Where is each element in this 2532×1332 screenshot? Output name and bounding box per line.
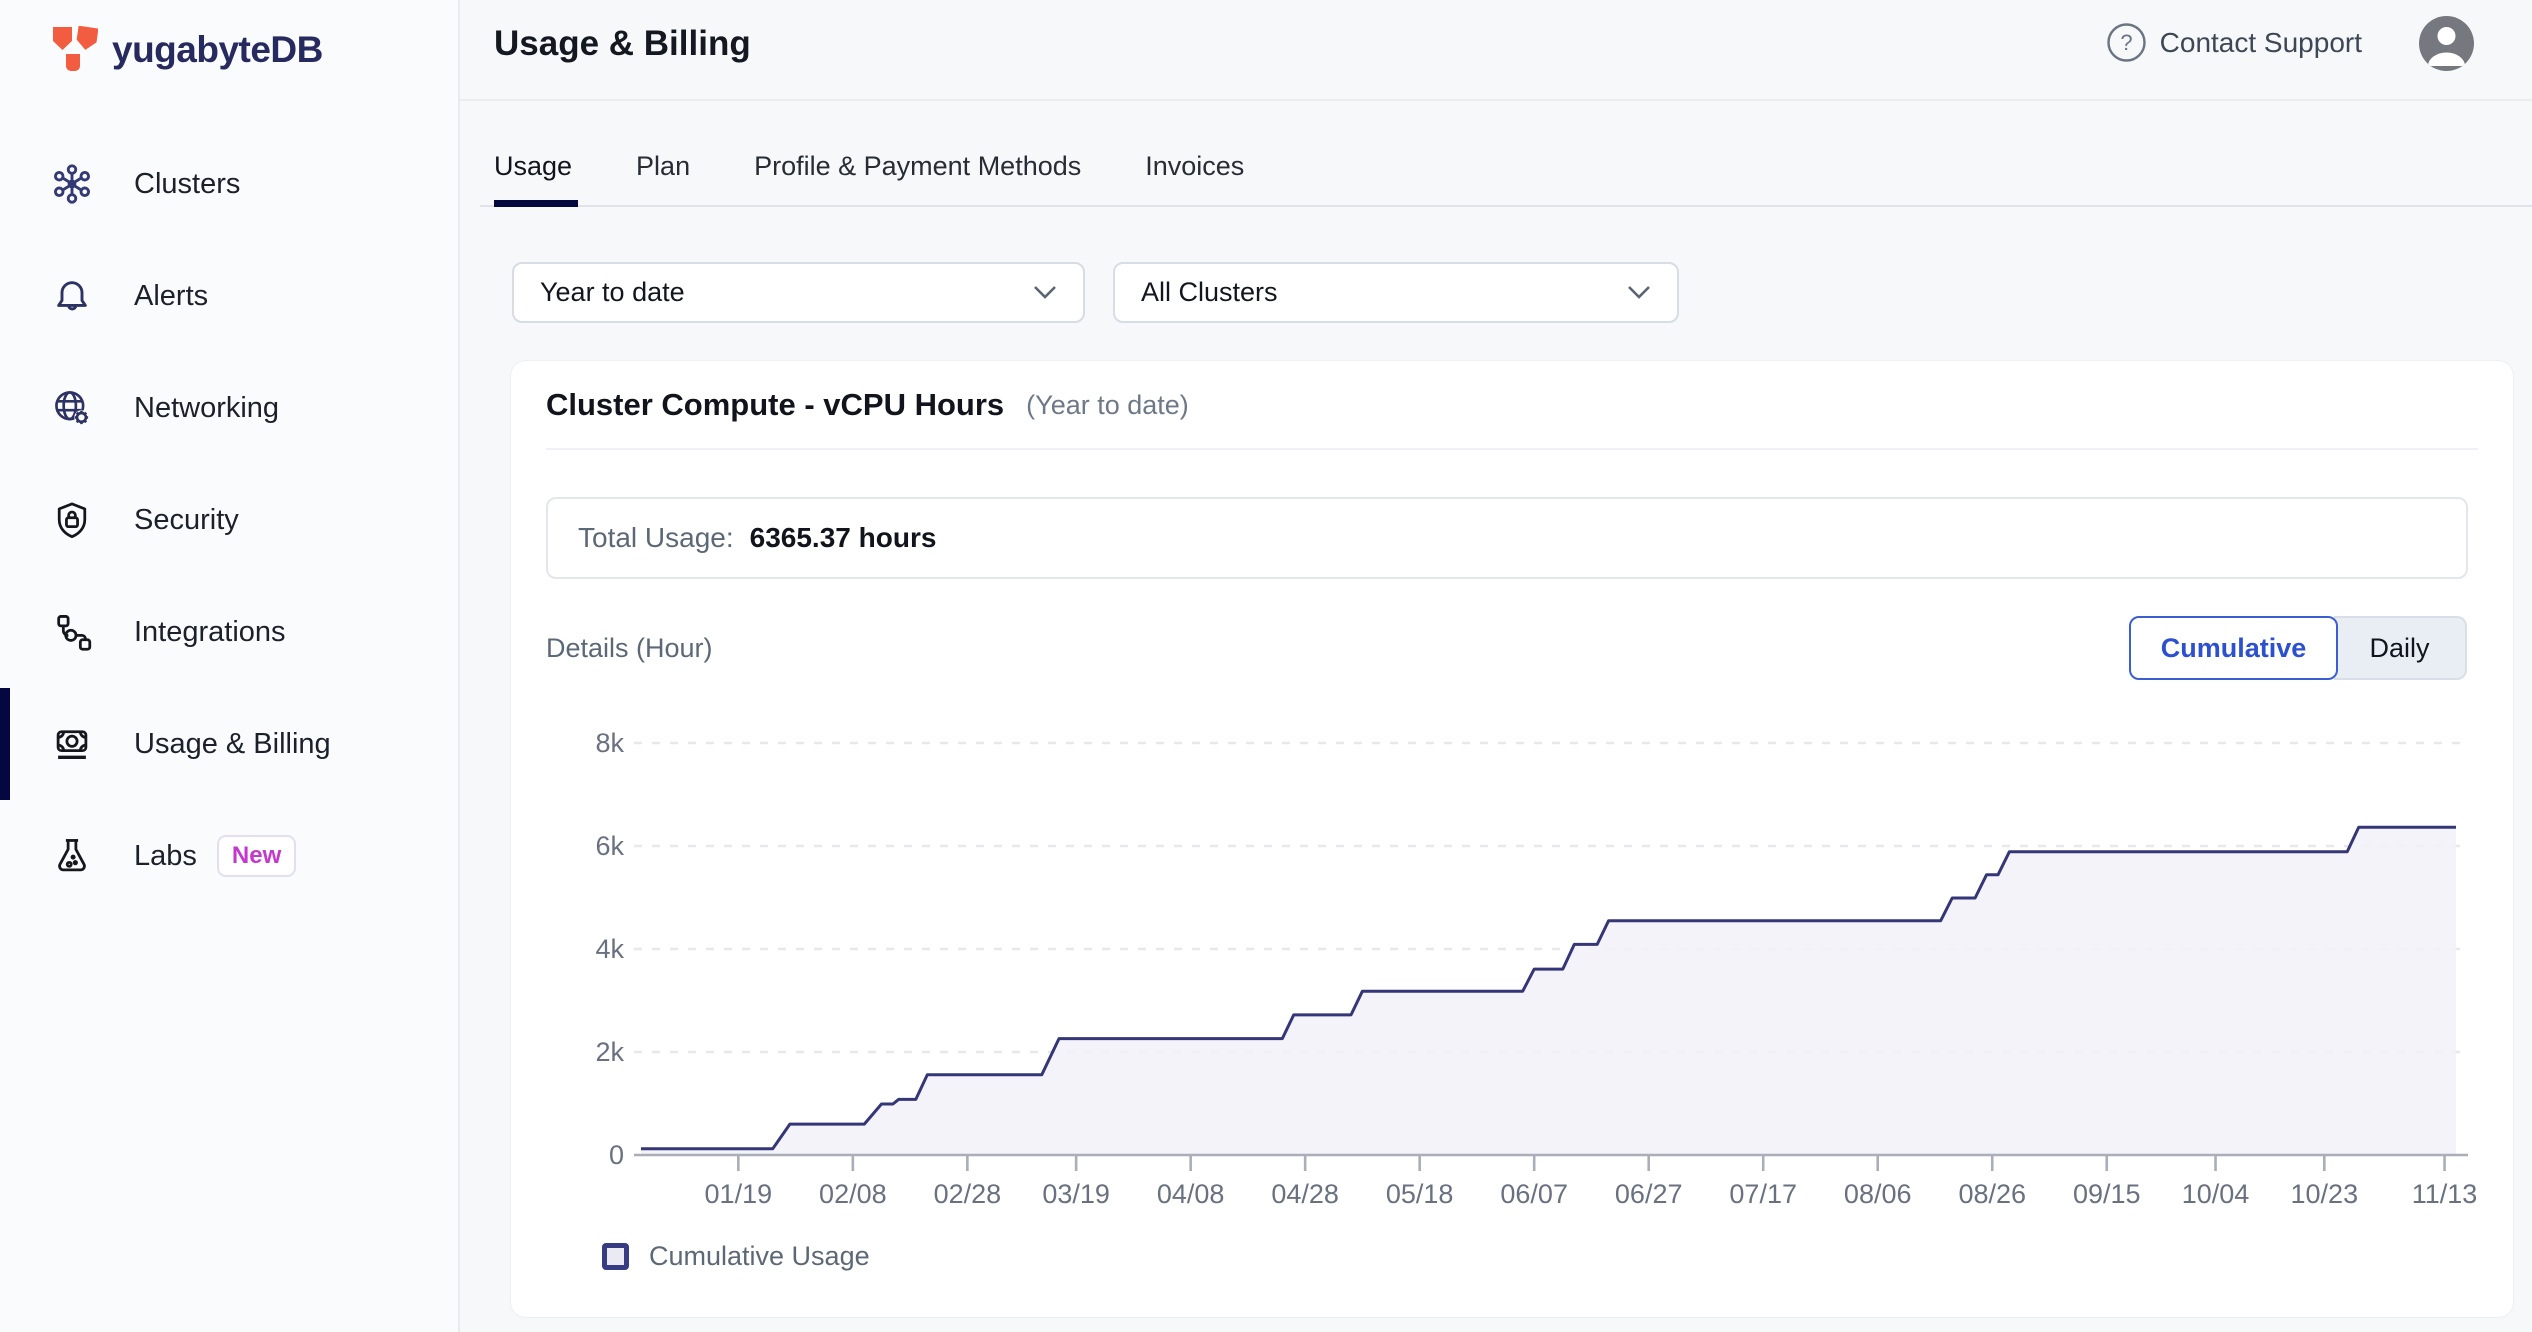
svg-text:01/19: 01/19 — [705, 1179, 773, 1209]
contact-support-label: Contact Support — [2160, 27, 2362, 59]
view-mode-toggle: Cumulative Daily — [2129, 616, 2467, 680]
svg-text:10/23: 10/23 — [2291, 1179, 2359, 1209]
sidebar-item-integrations[interactable]: Integrations — [0, 576, 458, 688]
tab-plan[interactable]: Plan — [636, 151, 690, 182]
sidebar-item-networking[interactable]: Networking — [0, 352, 458, 464]
help-icon: ? — [2106, 22, 2147, 63]
sidebar-item-label: Clusters — [134, 168, 240, 201]
sidebar: yugabyteDB Clusters Alerts — [0, 0, 460, 1332]
brand-logo[interactable]: yugabyteDB — [52, 26, 323, 74]
cluster-value: All Clusters — [1141, 277, 1278, 308]
active-tab-indicator — [494, 200, 578, 207]
usage-card-header: Cluster Compute - vCPU Hours (Year to da… — [546, 387, 1189, 423]
chart-legend: Cumulative Usage — [602, 1241, 870, 1272]
svg-text:8k: 8k — [595, 728, 624, 758]
svg-text:04/28: 04/28 — [1271, 1179, 1339, 1209]
person-icon — [2419, 16, 2474, 71]
svg-text:08/06: 08/06 — [1844, 1179, 1912, 1209]
sidebar-item-label: Labs — [134, 840, 197, 873]
svg-text:11/13: 11/13 — [2412, 1179, 2478, 1209]
total-usage-label: Total Usage: — [578, 522, 734, 554]
svg-text:06/07: 06/07 — [1500, 1179, 1568, 1209]
globe-gear-icon — [52, 388, 92, 428]
sidebar-item-label: Security — [134, 504, 239, 537]
svg-text:05/18: 05/18 — [1386, 1179, 1454, 1209]
cluster-select[interactable]: All Clusters — [1113, 262, 1679, 323]
billing-tabs: Usage Plan Profile & Payment Methods Inv… — [480, 128, 2532, 207]
contact-support-button[interactable]: ? Contact Support — [2106, 22, 2362, 63]
sidebar-item-security[interactable]: Security — [0, 464, 458, 576]
money-bill-icon — [52, 724, 92, 764]
svg-text:02/08: 02/08 — [819, 1179, 887, 1209]
tab-invoices[interactable]: Invoices — [1145, 151, 1244, 182]
svg-text:04/08: 04/08 — [1157, 1179, 1225, 1209]
sidebar-item-alerts[interactable]: Alerts — [0, 240, 458, 352]
sidebar-item-clusters[interactable]: Clusters — [0, 128, 458, 240]
svg-text:06/27: 06/27 — [1615, 1179, 1683, 1209]
sidebar-item-label: Integrations — [134, 616, 286, 649]
clusters-icon — [52, 164, 92, 204]
shield-lock-icon — [52, 500, 92, 540]
svg-text:09/15: 09/15 — [2073, 1179, 2141, 1209]
flask-icon — [52, 836, 92, 876]
svg-text:6k: 6k — [595, 831, 624, 861]
chevron-down-icon — [1033, 285, 1057, 300]
total-usage-box: Total Usage: 6365.37 hours — [546, 497, 2468, 579]
svg-text:02/28: 02/28 — [934, 1179, 1002, 1209]
sidebar-item-label: Networking — [134, 392, 279, 425]
svg-text:4k: 4k — [595, 934, 624, 964]
total-usage-value: 6365.37 hours — [750, 522, 937, 554]
time-range-select[interactable]: Year to date — [512, 262, 1085, 323]
sidebar-item-labs[interactable]: Labs New — [0, 800, 458, 912]
sidebar-item-usage-billing[interactable]: Usage & Billing — [0, 688, 458, 800]
svg-text:0: 0 — [609, 1140, 624, 1170]
tab-usage[interactable]: Usage — [494, 151, 572, 182]
integrations-icon — [52, 612, 92, 652]
cumulative-button[interactable]: Cumulative — [2129, 616, 2338, 680]
card-divider — [546, 448, 2478, 450]
legend-checkbox[interactable] — [602, 1243, 629, 1270]
usage-card-subtitle: (Year to date) — [1026, 390, 1189, 421]
details-label: Details (Hour) — [546, 616, 713, 680]
sidebar-item-label: Usage & Billing — [134, 728, 331, 761]
svg-text:2k: 2k — [595, 1037, 624, 1067]
page-title: Usage & Billing — [494, 24, 751, 64]
yugabyte-logo-icon — [52, 26, 98, 74]
usage-chart: 0 2k 4k 6k 8k 01/19 02/08 02/28 03/19 04/08 04/28 0… — [546, 701, 2480, 1216]
usage-card-title: Cluster Compute - vCPU Hours — [546, 387, 1004, 423]
tab-profile-payment[interactable]: Profile & Payment Methods — [754, 151, 1081, 182]
daily-button[interactable]: Daily — [2334, 616, 2467, 680]
time-range-value: Year to date — [540, 277, 685, 308]
bell-icon — [52, 276, 92, 316]
legend-label: Cumulative Usage — [649, 1241, 870, 1272]
usage-card: Cluster Compute - vCPU Hours (Year to da… — [510, 360, 2514, 1318]
svg-text:03/19: 03/19 — [1042, 1179, 1110, 1209]
sidebar-item-label: Alerts — [134, 280, 208, 313]
user-avatar[interactable] — [2419, 16, 2474, 71]
chevron-down-icon — [1627, 285, 1651, 300]
brand-name: yugabyteDB — [112, 29, 323, 71]
header-divider — [460, 99, 2532, 101]
new-badge: New — [217, 835, 296, 877]
svg-text:07/17: 07/17 — [1729, 1179, 1797, 1209]
svg-text:?: ? — [2120, 30, 2132, 55]
svg-text:10/04: 10/04 — [2182, 1179, 2250, 1209]
svg-text:08/26: 08/26 — [1958, 1179, 2026, 1209]
